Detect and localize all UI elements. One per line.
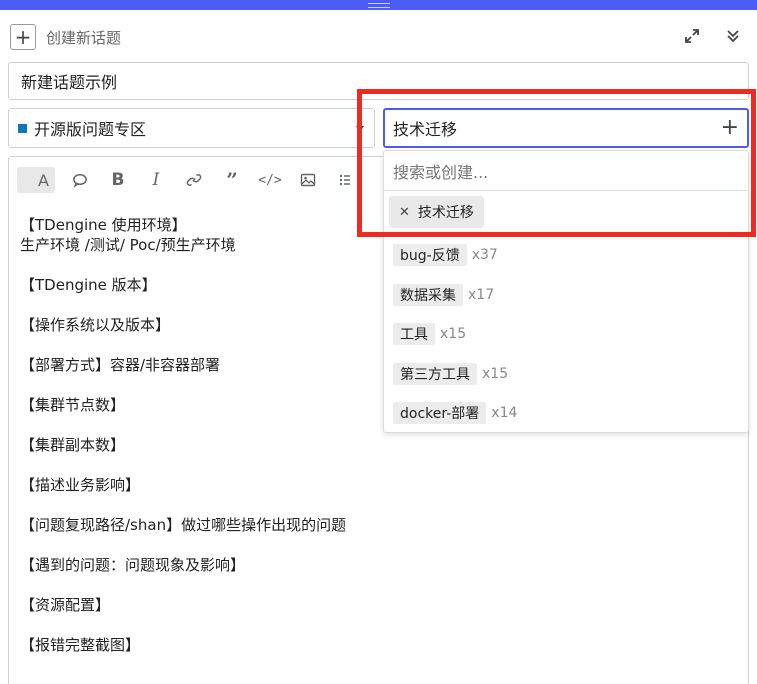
- editor-toolbar: A B I ” </>: [17, 167, 371, 193]
- tag-option-label: 数据采集: [393, 284, 463, 306]
- italic-button[interactable]: I: [143, 167, 169, 193]
- bullet-list-icon: [339, 174, 350, 186]
- collapse-chevron-icon[interactable]: [723, 26, 743, 46]
- speech-bubble-button[interactable]: [67, 167, 93, 193]
- editor-line: 【部署方式】容器/非容器部署: [20, 356, 221, 374]
- composer-top-bar: [0, 0, 757, 10]
- tag-option-label: bug-反馈: [393, 244, 467, 266]
- tag-option-count: x14: [491, 405, 518, 421]
- tag-option-label: docker-部署: [393, 402, 487, 424]
- tag-option[interactable]: 工具 x15: [393, 322, 466, 346]
- code-icon: </>: [258, 172, 282, 188]
- link-button[interactable]: [181, 167, 207, 193]
- link-icon: [186, 174, 202, 186]
- editor-line: 【集群副本数】: [20, 436, 126, 454]
- tag-option-count: x37: [471, 247, 498, 263]
- editor-line: 【TDengine 版本】: [20, 276, 157, 294]
- italic-icon: I: [152, 170, 160, 190]
- tag-option[interactable]: docker-部署 x14: [393, 401, 517, 425]
- editor-line: 【描述业务影响】: [20, 476, 141, 494]
- editor-line: 【资源配置】: [20, 596, 111, 614]
- highlight-annotation-box: [357, 89, 756, 237]
- tag-option-label: 工具: [393, 323, 435, 345]
- bold-button[interactable]: B: [105, 167, 131, 193]
- blockquote-button[interactable]: ”: [219, 167, 245, 193]
- tag-option-count: x15: [482, 366, 509, 382]
- editor-line: 【遇到的问题：问题现象及影响】: [20, 556, 246, 574]
- fullscreen-expand-icon[interactable]: [682, 26, 702, 46]
- category-select[interactable]: 开源版问题专区: [8, 108, 375, 148]
- composer-header: + 创建新话题: [10, 24, 121, 50]
- speech-bubble-icon: [73, 173, 87, 188]
- category-label: 开源版问题专区: [34, 120, 147, 139]
- resize-grip-icon[interactable]: [368, 3, 390, 8]
- tag-option-count: x17: [468, 287, 495, 303]
- tag-option-count: x15: [440, 326, 467, 342]
- tag-option[interactable]: bug-反馈 x37: [393, 243, 498, 267]
- category-color-badge: [18, 123, 27, 133]
- editor-line: 【TDengine 使用环境】: [20, 216, 187, 234]
- composer-title: 创建新话题: [46, 28, 122, 47]
- image-upload-button[interactable]: [295, 167, 321, 193]
- code-button[interactable]: </>: [257, 167, 283, 193]
- editor-line: 【集群节点数】: [20, 396, 126, 414]
- editor-body[interactable]: 【TDengine 使用环境】 生产环境 /测试/ Poc/预生产环境 【TDe…: [20, 215, 346, 655]
- editor-line: 【问题复现路径/shan】做过哪些操作出现的问题: [20, 516, 347, 534]
- bold-icon: B: [111, 170, 125, 190]
- quote-icon: ”: [226, 168, 238, 192]
- image-icon: [300, 173, 316, 187]
- format-text-button[interactable]: A: [17, 167, 55, 193]
- tag-option-label: 第三方工具: [393, 363, 477, 385]
- tag-option[interactable]: 数据采集 x17: [393, 283, 494, 307]
- editor-line: 【报错完整截图】: [20, 636, 141, 654]
- create-topic-plus-icon: +: [10, 24, 36, 50]
- editor-line: 【操作系统以及版本】: [20, 316, 171, 334]
- bullet-list-button[interactable]: [333, 167, 359, 193]
- format-text-icon: A: [38, 170, 49, 190]
- editor-line: 生产环境 /测试/ Poc/预生产环境: [20, 236, 236, 254]
- tag-option[interactable]: 第三方工具 x15: [393, 362, 508, 386]
